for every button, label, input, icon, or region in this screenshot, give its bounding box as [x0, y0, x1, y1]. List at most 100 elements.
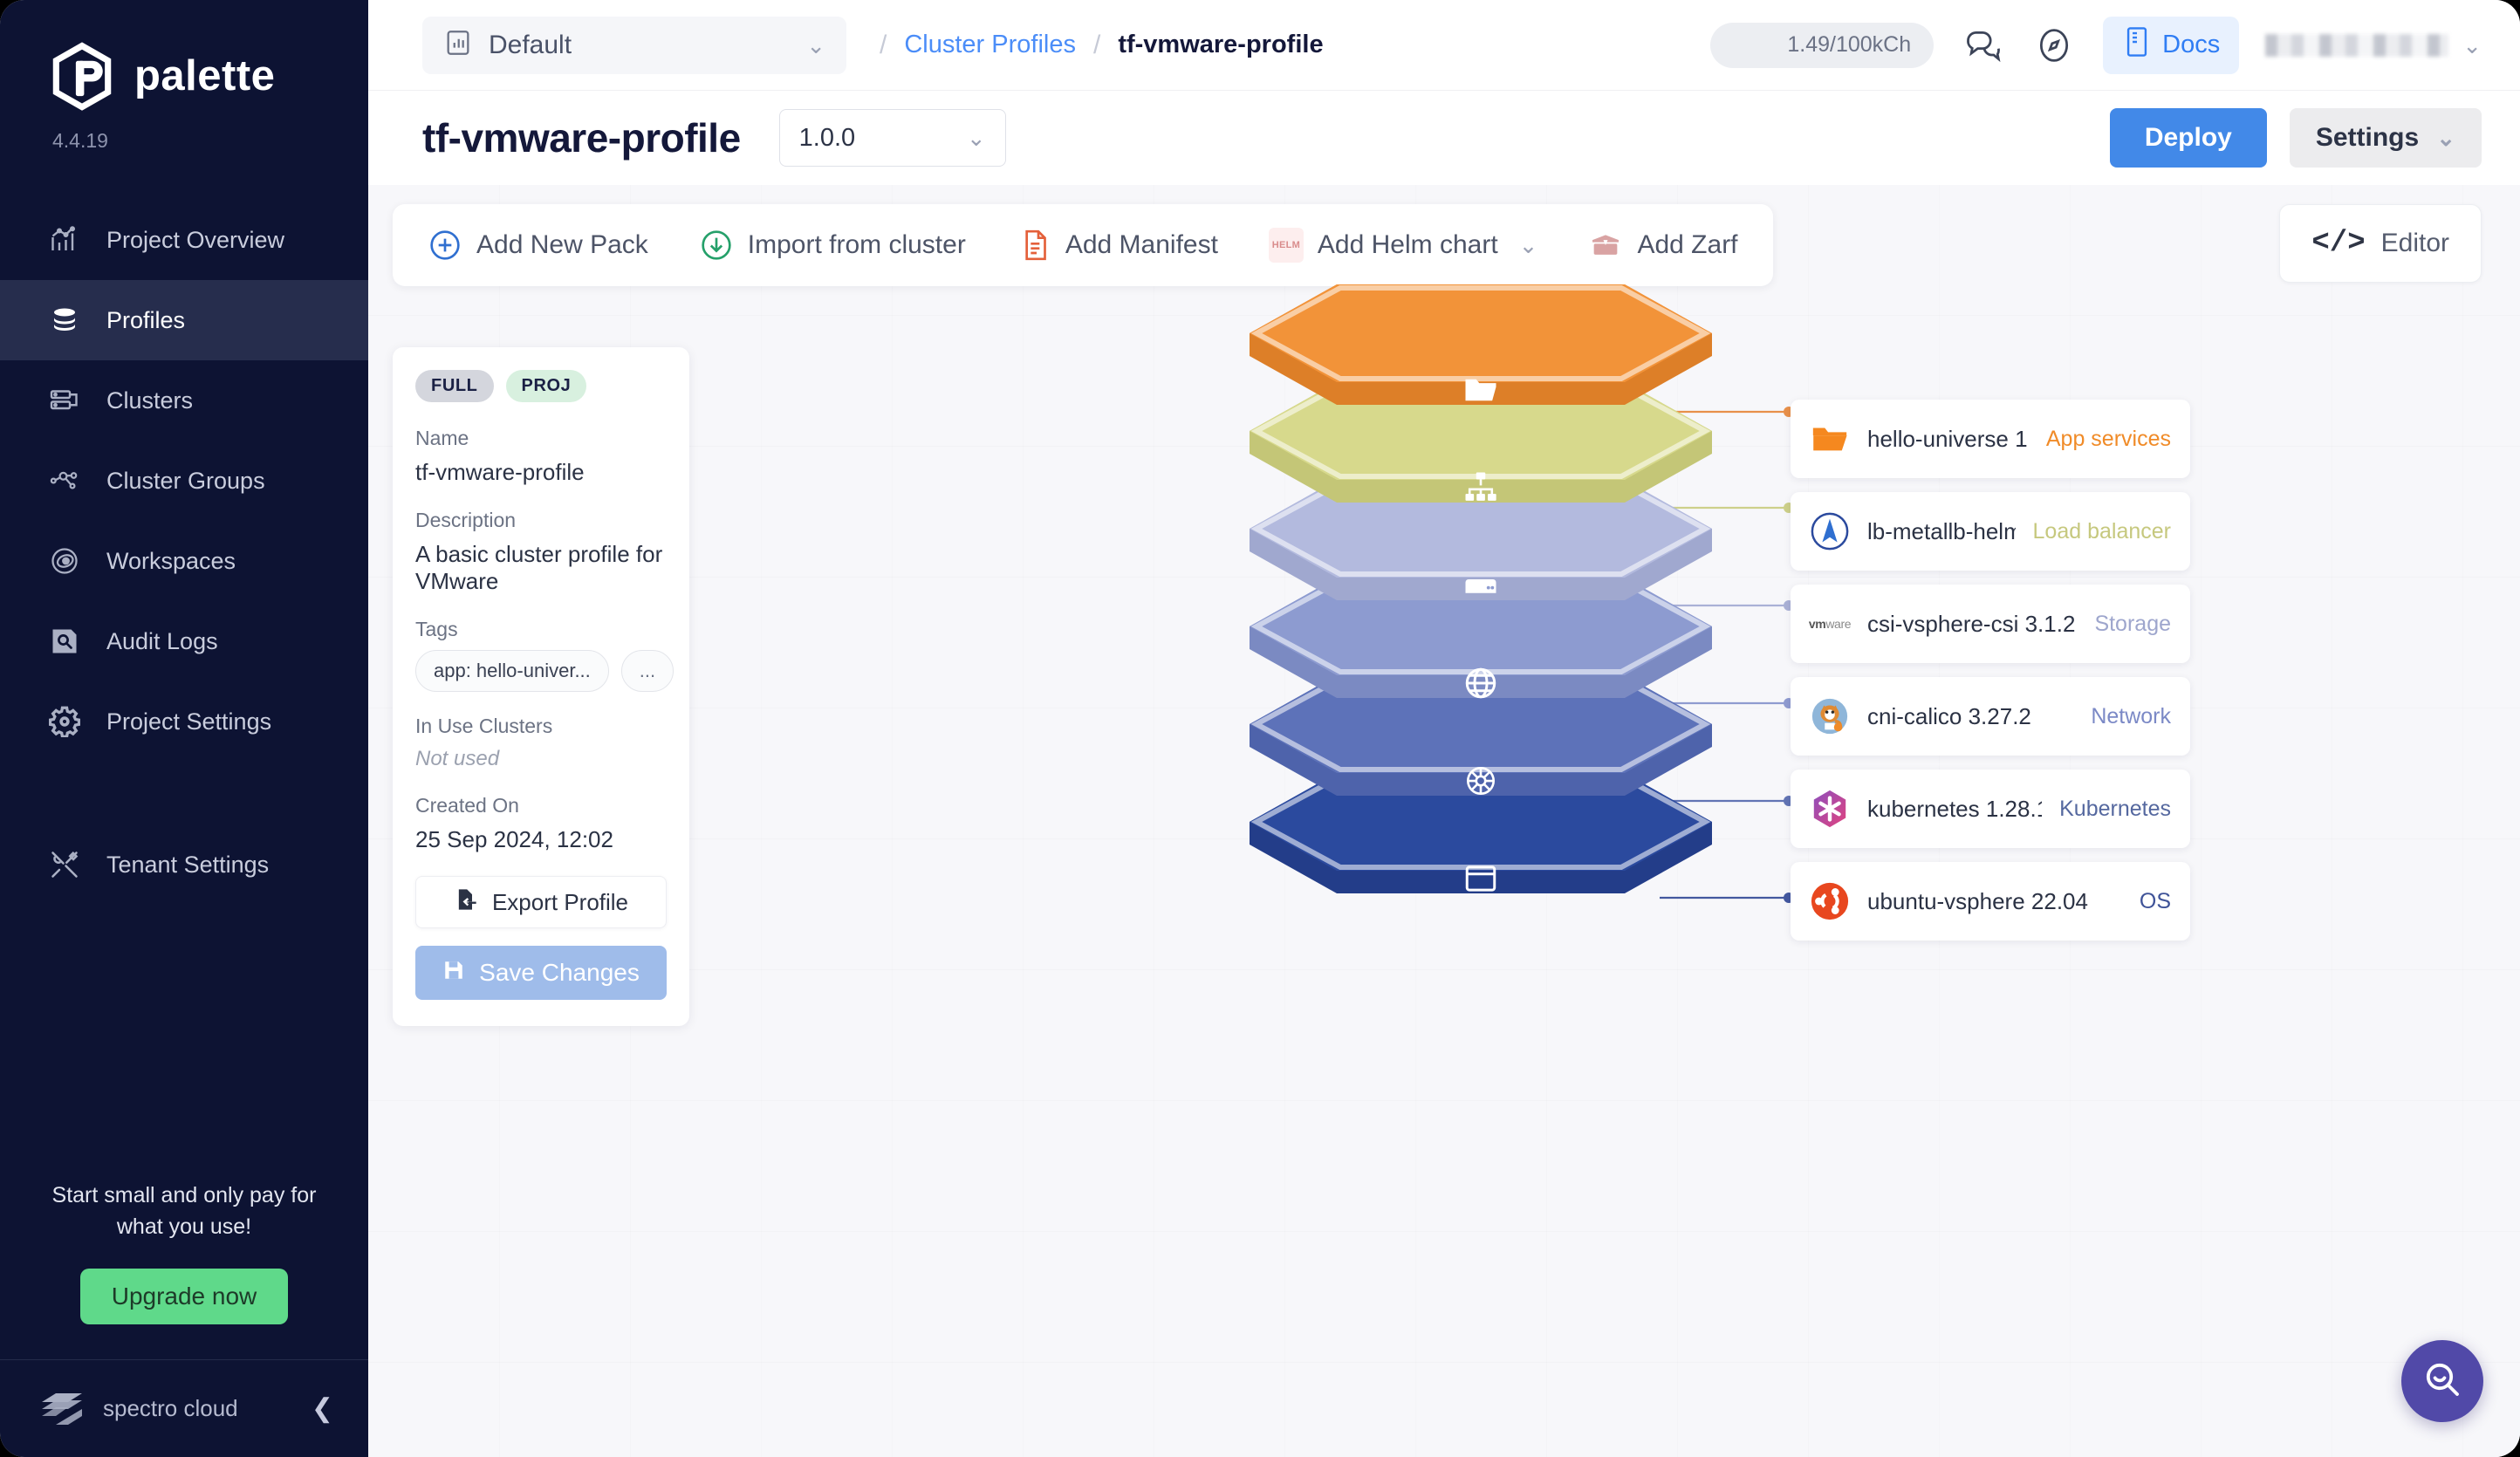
field-in-use-value: Not used — [415, 747, 500, 770]
layer-card-load-balancer[interactable]: lb-metallb-helm 0.1… Load balancer — [1791, 492, 2190, 571]
deploy-button[interactable]: Deploy — [2109, 108, 2267, 168]
metallb-icon — [1810, 511, 1850, 551]
tool-label: Add Manifest — [1065, 230, 1218, 259]
chevron-down-icon: ⌄ — [1518, 232, 1538, 258]
window-icon — [1462, 860, 1499, 897]
profile-badges: FULL PROJ — [415, 370, 667, 402]
layer-card-app-services[interactable]: hello-universe 1.2.0 App services — [1791, 400, 2190, 478]
editor-button[interactable]: </> Editor — [2279, 204, 2482, 283]
manifest-file-icon — [1017, 228, 1051, 263]
chart-bar-icon — [49, 224, 80, 256]
application-window: palette 4.4.19 Project Overview Profiles — [0, 0, 2520, 1457]
orbit-icon — [49, 545, 80, 577]
project-selector-label: Default — [489, 30, 572, 59]
tool-label: Add Zarf — [1637, 230, 1738, 259]
tag-chip[interactable]: app: hello-univer... — [415, 650, 609, 692]
breadcrumb-parent-link[interactable]: Cluster Profiles — [904, 31, 1076, 59]
layers-stack-icon — [49, 304, 80, 336]
gear-icon — [49, 706, 80, 737]
sidebar-item-label: Project Overview — [106, 226, 285, 253]
sidebar-item-label: Audit Logs — [106, 627, 218, 654]
globe-icon — [1462, 665, 1499, 701]
sidebar-item-audit-logs[interactable]: Audit Logs — [0, 601, 368, 681]
spectro-cloud-logo-icon — [40, 1390, 84, 1428]
layer-type: Network — [2091, 703, 2171, 728]
field-name: Name tf-vmware-profile — [415, 427, 667, 486]
sidebar: palette 4.4.19 Project Overview Profiles — [0, 0, 368, 1457]
upgrade-now-button[interactable]: Upgrade now — [80, 1269, 288, 1324]
import-from-cluster-button[interactable]: Import from cluster — [699, 228, 966, 263]
sidebar-item-profiles[interactable]: Profiles — [0, 280, 368, 360]
sidebar-item-tenant-settings[interactable]: Tenant Settings — [0, 824, 368, 905]
save-changes-label: Save Changes — [479, 959, 640, 986]
tools-icon — [49, 849, 80, 880]
stack-layer-app-services[interactable] — [1250, 281, 1712, 412]
sidebar-item-project-settings[interactable]: Project Settings — [0, 681, 368, 762]
storage-drive-icon — [1462, 567, 1499, 604]
palette-logo-icon — [49, 40, 115, 112]
server-rack-icon — [49, 385, 80, 416]
save-changes-button[interactable]: Save Changes — [415, 946, 667, 1000]
layer-type: Load balancer — [2032, 518, 2171, 544]
profile-layer-stack — [1250, 281, 1738, 900]
ubuntu-icon — [1810, 881, 1850, 921]
tool-label: Import from cluster — [747, 230, 966, 259]
chevron-down-icon: ⌄ — [2462, 31, 2482, 58]
project-chart-icon — [443, 28, 473, 62]
tool-label: Add New Pack — [476, 230, 648, 259]
search-smile-icon — [2421, 1358, 2463, 1405]
sidebar-item-label: Project Settings — [106, 708, 272, 735]
pack-toolbar: Add New Pack Import from cluster Add Man… — [393, 204, 1773, 286]
file-export-icon — [454, 887, 478, 918]
plus-circle-icon — [428, 228, 462, 263]
promo-text: Start small and only pay for what you us… — [51, 1182, 317, 1239]
version-selector[interactable]: 1.0.0 ⌄ — [778, 109, 1006, 167]
tag-overflow-chip[interactable]: ... — [620, 650, 675, 692]
compass-icon[interactable] — [2031, 23, 2077, 68]
sidebar-item-label: Workspaces — [106, 547, 236, 574]
add-helm-chart-button[interactable]: HELM Add Helm chart ⌄ — [1268, 228, 1538, 263]
page-header: tf-vmware-profile 1.0.0 ⌄ Deploy Setting… — [368, 91, 2520, 185]
spectro-cloud-label: spectro cloud — [103, 1395, 238, 1421]
docs-label: Docs — [2162, 31, 2221, 58]
nodes-graph-icon — [49, 465, 80, 496]
layer-card-os[interactable]: ubuntu-vsphere 22.04 OS — [1791, 862, 2190, 941]
settings-button[interactable]: Settings ⌄ — [2289, 108, 2482, 168]
layer-name: csi-vsphere-csi 3.1.2 — [1867, 610, 2076, 637]
layer-card-storage[interactable]: vmware csi-vsphere-csi 3.1.2 Storage — [1791, 585, 2190, 663]
sidebar-item-workspaces[interactable]: Workspaces — [0, 521, 368, 601]
add-new-pack-button[interactable]: Add New Pack — [428, 228, 648, 263]
search-smile-fab[interactable] — [2401, 1340, 2483, 1422]
project-selector[interactable]: Default ⌄ — [422, 16, 846, 74]
sidebar-collapse-icon[interactable]: ❮ — [312, 1393, 333, 1424]
layer-name: lb-metallb-helm 0.1… — [1867, 517, 2016, 544]
upgrade-promo: Start small and only pay for what you us… — [0, 1180, 368, 1360]
code-brackets-icon: </> — [2311, 227, 2366, 260]
sidebar-footer: spectro cloud ❮ — [0, 1359, 368, 1457]
field-name-label: Name — [415, 427, 469, 449]
badge-proj: PROJ — [505, 370, 587, 402]
add-manifest-button[interactable]: Add Manifest — [1017, 228, 1218, 263]
book-icon — [2122, 25, 2152, 65]
tool-label: Add Helm chart — [1317, 230, 1498, 259]
layer-card-kubernetes[interactable]: kubernetes 1.28.13 Kubernetes — [1791, 770, 2190, 848]
layer-card-network[interactable]: cni-calico 3.27.2 Network — [1791, 677, 2190, 756]
top-bar-actions: 1.49/100kCh Docs ⌄ — [1710, 16, 2482, 74]
download-circle-icon — [699, 228, 734, 263]
profile-info-card: FULL PROJ Name tf-vmware-profile Descrip… — [393, 347, 689, 1026]
chevron-down-icon: ⌄ — [2436, 125, 2455, 151]
sidebar-item-label: Clusters — [106, 386, 194, 414]
user-menu[interactable]: ⌄ — [2265, 31, 2482, 58]
sidebar-item-clusters[interactable]: Clusters — [0, 360, 368, 441]
sidebar-item-project-overview[interactable]: Project Overview — [0, 200, 368, 280]
sidebar-item-cluster-groups[interactable]: Cluster Groups — [0, 441, 368, 521]
main-area: Default ⌄ / Cluster Profiles / tf-vmware… — [368, 0, 2520, 1457]
docs-button[interactable]: Docs — [2103, 16, 2240, 74]
chat-bubbles-icon[interactable] — [1960, 23, 2005, 68]
audit-search-icon — [49, 626, 80, 657]
export-profile-button[interactable]: Export Profile — [415, 876, 667, 928]
add-zarf-button[interactable]: Add Zarf — [1588, 228, 1738, 263]
layer-name: hello-universe 1.2.0 — [1867, 425, 2029, 452]
kubernetes-hex-icon — [1810, 789, 1850, 829]
vmware-icon: vmware — [1808, 617, 1852, 631]
